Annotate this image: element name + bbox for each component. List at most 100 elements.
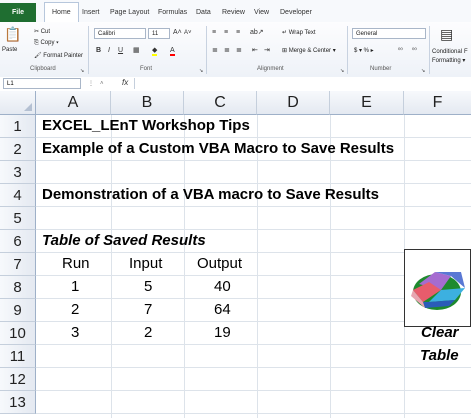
row-header-13[interactable]: 13 [0,391,36,414]
paste-icon[interactable]: 📋 [4,26,21,42]
align-top-icon[interactable]: ≡ [212,28,216,38]
number-format-dropdown[interactable]: General [352,28,426,39]
row-header-5[interactable]: 5 [0,207,36,230]
row-header-10[interactable]: 10 [0,322,36,345]
row-header-1[interactable]: 1 [0,115,36,138]
font-size-dropdown[interactable]: 11 [148,28,170,39]
tab-review[interactable]: Review [222,3,245,22]
row-header-12[interactable]: 12 [0,368,36,391]
column-header-d[interactable]: D [257,91,330,115]
group-separator [429,26,430,74]
cell-a6[interactable]: Table of Saved Results [42,232,206,249]
column-header-a[interactable]: A [36,91,111,115]
cell-b9[interactable]: 7 [144,301,152,318]
cell-a1[interactable]: EXCEL_LEnT Workshop Tips [42,117,250,134]
grow-font-icon[interactable]: A˄ [173,28,182,38]
cell-b10[interactable]: 2 [144,324,152,341]
worksheet-grid[interactable]: A B C D E F 1 2 3 4 5 6 7 8 9 10 11 12 1… [0,91,471,418]
cell-a8[interactable]: 1 [71,278,79,295]
tab-page-layout[interactable]: Page Layout [110,3,149,22]
formula-bar: L1 ⋮ ˄ fx [0,77,471,92]
row-header-2[interactable]: 2 [0,138,36,161]
decrease-decimal-icon[interactable]: ⁰⁰ [412,46,417,56]
merge-center-button[interactable]: ⊞ Merge & Center ▾ [282,47,336,54]
cell-b7[interactable]: Input [129,255,162,272]
cell-b8[interactable]: 5 [144,278,152,295]
border-icon[interactable]: ▦ [133,46,140,56]
underline-icon[interactable]: U [118,46,123,56]
formula-input[interactable] [134,78,471,89]
cancel-icon[interactable]: ⋮ [88,79,94,89]
row-header-4[interactable]: 4 [0,184,36,207]
font-color-icon[interactable]: A [170,46,175,56]
column-header-b[interactable]: B [111,91,184,115]
conditional-formatting-icon[interactable]: ▤ [440,26,453,42]
tab-formulas[interactable]: Formulas [158,3,187,22]
cell-c9[interactable]: 64 [214,301,231,318]
cell-a2[interactable]: Example of a Custom VBA Macro to Save Re… [42,140,394,157]
align-center-icon[interactable]: ≣ [224,46,230,56]
cell-f10[interactable]: Clear [421,324,459,341]
row-header-7[interactable]: 7 [0,253,36,276]
row-header-8[interactable]: 8 [0,276,36,299]
scissors-icon: ✂ [34,29,41,35]
column-header-c[interactable]: C [184,91,257,115]
conditional-formatting-button[interactable]: Conditional F [432,49,468,55]
cell-c7[interactable]: Output [197,255,242,272]
italic-icon[interactable]: I [108,46,110,56]
select-all-corner[interactable] [0,91,36,115]
clipboard-group-label: Clipboard [30,66,56,72]
number-group-label: Number [370,66,392,72]
format-painter-button[interactable]: 🖌 Format Painter [34,52,83,59]
insert-function-icon[interactable]: fx [122,78,128,88]
increase-decimal-icon[interactable]: ⁰⁰ [398,46,403,56]
column-header-f[interactable]: F [404,91,471,115]
cell-a9[interactable]: 2 [71,301,79,318]
row-header-3[interactable]: 3 [0,161,36,184]
cell-f11[interactable]: Table [420,347,459,364]
formatting-label[interactable]: Formatting ▾ [432,57,465,64]
font-name-dropdown[interactable]: Calibri [94,28,146,39]
paste-button[interactable]: Paste [2,47,17,53]
align-bottom-icon[interactable]: ≡ [236,28,240,38]
align-left-icon[interactable]: ≣ [212,46,218,56]
cell-a7[interactable]: Run [62,255,90,272]
cell-c8[interactable]: 40 [214,278,231,295]
grid-line [36,137,471,138]
orientation-icon[interactable]: ab↗ [250,28,264,38]
dialog-launcher-icon[interactable]: ↘ [199,66,203,76]
tab-data[interactable]: Data [196,3,211,22]
cell-a4[interactable]: Demonstration of a VBA macro to Save Res… [42,186,379,203]
name-box[interactable]: L1 [3,78,81,89]
dialog-launcher-icon[interactable]: ↘ [421,66,425,76]
wrap-text-button[interactable]: ↵ Wrap Text [282,29,316,36]
fill-color-icon[interactable]: ◆ [152,46,158,56]
expand-icon[interactable]: ˄ [100,79,104,89]
tab-developer[interactable]: Developer [280,3,312,22]
tab-file[interactable]: File [0,3,36,22]
dialog-launcher-icon[interactable]: ↘ [80,66,84,76]
copy-button[interactable]: ⎘ Copy ▾ [34,40,59,47]
cell-a10[interactable]: 3 [71,324,79,341]
row-header-9[interactable]: 9 [0,299,36,322]
clear-table-macro-button[interactable] [404,249,471,327]
dialog-launcher-icon[interactable]: ↘ [340,66,344,76]
tab-view[interactable]: View [254,3,269,22]
tab-home[interactable]: Home [44,2,79,23]
align-middle-icon[interactable]: ≡ [224,28,228,38]
increase-indent-icon[interactable]: ⇥ [264,46,270,56]
ribbon-tabs: File Home Insert Page Layout Formulas Da… [0,0,471,23]
currency-button[interactable]: $ ▾ % ▸ [354,47,374,54]
align-right-icon[interactable]: ≣ [236,46,242,56]
row-header-6[interactable]: 6 [0,230,36,253]
cell-c10[interactable]: 19 [214,324,231,341]
tab-insert[interactable]: Insert [82,3,100,22]
column-header-e[interactable]: E [330,91,404,115]
shrink-font-icon[interactable]: A˅ [184,28,192,38]
ribbon-home: 📋 Paste ✂ Cut ⎘ Copy ▾ 🖌 Format Painter … [0,22,471,78]
grid-line [36,413,471,414]
decrease-indent-icon[interactable]: ⇤ [252,46,258,56]
cut-button[interactable]: ✂ Cut [34,28,50,35]
row-header-11[interactable]: 11 [0,345,36,368]
bold-icon[interactable]: B [96,46,101,56]
